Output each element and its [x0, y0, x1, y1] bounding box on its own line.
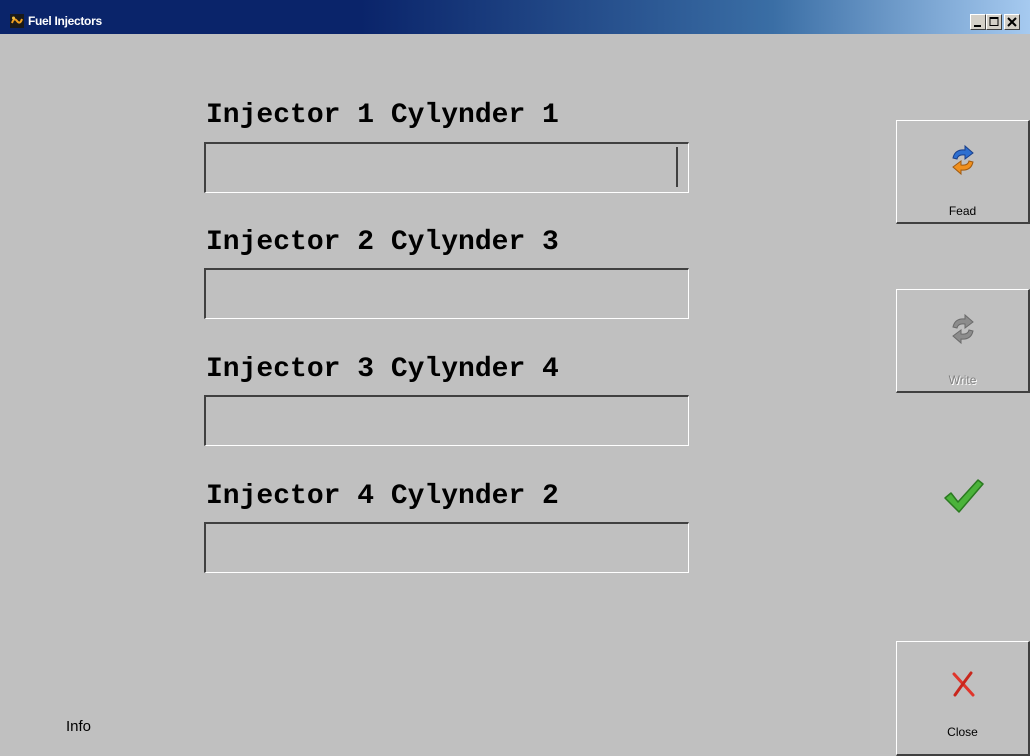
refresh-arrows-icon — [951, 313, 974, 345]
injector-4-label: Injector 4 Cylynder 2 — [206, 481, 559, 512]
write-button[interactable]: Write — [896, 289, 1030, 393]
text-cursor — [676, 147, 678, 187]
minimize-button[interactable] — [970, 14, 986, 30]
red-x-icon — [952, 671, 974, 697]
close-window-button[interactable] — [1004, 14, 1020, 30]
maximize-icon — [989, 17, 999, 26]
title-bar[interactable]: Fuel Injectors — [0, 0, 1030, 34]
app-icon — [10, 14, 24, 28]
window-title: Fuel Injectors — [28, 14, 102, 28]
write-button-label: Write — [948, 373, 977, 387]
injector-2-label: Injector 2 Cylynder 3 — [206, 227, 559, 258]
injector-4-input[interactable] — [204, 522, 689, 573]
injector-1-label: Injector 1 Cylynder 1 — [206, 100, 559, 131]
read-button[interactable]: Fead — [896, 120, 1030, 224]
close-button-label: Close — [947, 725, 978, 739]
close-icon — [1007, 17, 1017, 27]
injector-2-input[interactable] — [204, 268, 689, 319]
green-checkmark-icon — [944, 479, 984, 513]
fuel-injectors-window: Fuel Injectors Injector 1 Cylynder 1 Inj… — [0, 0, 1030, 756]
minimize-icon — [974, 25, 981, 27]
read-button-label: Fead — [948, 204, 977, 218]
injector-3-label: Injector 3 Cylynder 4 — [206, 354, 559, 385]
close-button[interactable]: Close — [896, 641, 1030, 756]
info-label: Info — [66, 718, 92, 735]
maximize-button[interactable] — [986, 14, 1002, 30]
refresh-arrows-icon — [951, 144, 974, 176]
injector-3-input[interactable] — [204, 395, 689, 446]
injector-1-input[interactable] — [204, 142, 689, 193]
